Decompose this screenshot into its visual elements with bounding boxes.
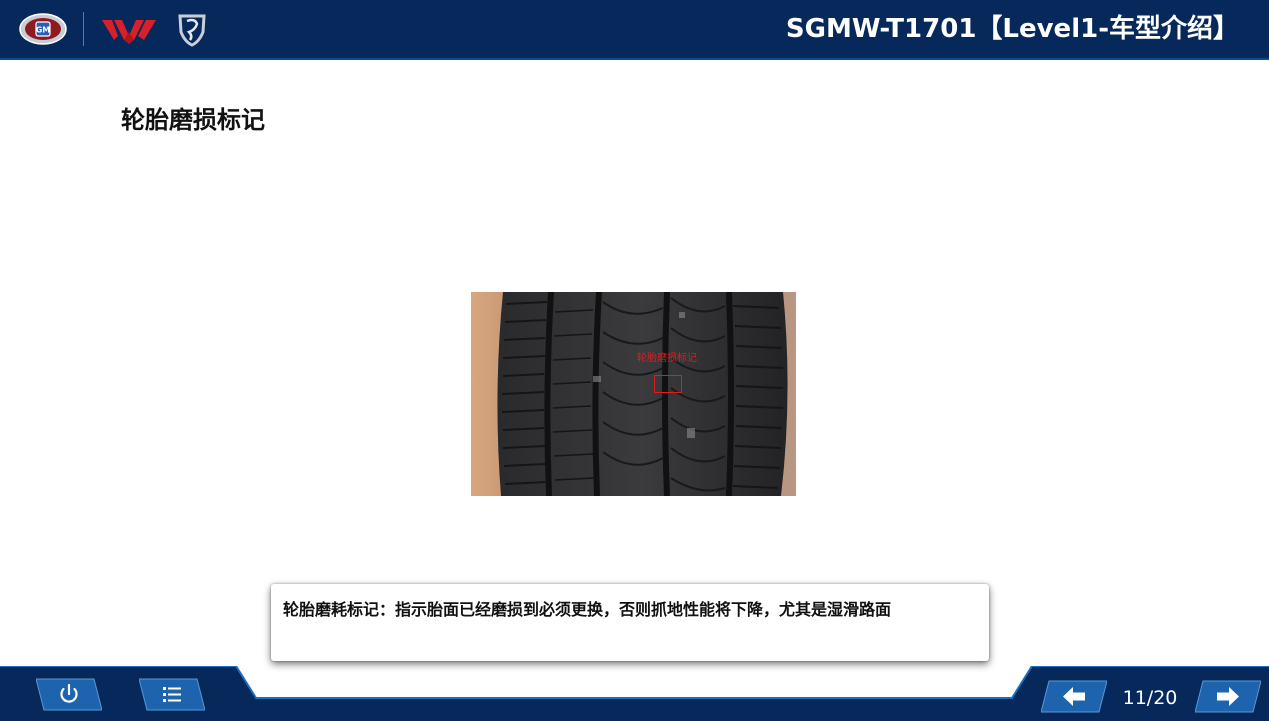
page-title: 轮胎磨损标记	[121, 106, 265, 134]
tire-tread-image	[471, 292, 796, 496]
svg-text:GM: GM	[36, 26, 51, 35]
header-bar: GM SGMW-T1701【Level1-车型介绍】	[0, 0, 1269, 60]
caption-panel: 轮胎磨耗标记：指示胎面已经磨损到必须更换，否则抓地性能将下降，尤其是湿滑路面	[271, 584, 989, 661]
course-title: SGMW-T1701【Level1-车型介绍】	[785, 14, 1239, 44]
baojun-logo	[178, 14, 206, 47]
wear-marker-highlight	[654, 375, 682, 393]
next-page-button[interactable]	[1195, 680, 1261, 713]
wear-marker-label: 轮胎磨损标记	[637, 353, 697, 364]
page-indicator: 11/20	[1122, 687, 1178, 709]
logo-divider	[83, 12, 84, 46]
power-button[interactable]	[36, 678, 102, 711]
tire-tread-photo: 轮胎磨损标记	[471, 292, 796, 496]
previous-page-button[interactable]	[1041, 680, 1107, 713]
menu-button[interactable]	[139, 678, 205, 711]
menu-list-icon	[163, 687, 181, 702]
caption-text: 轮胎磨耗标记：指示胎面已经磨损到必须更换，否则抓地性能将下降，尤其是湿滑路面	[283, 600, 892, 619]
wuling-logo	[102, 20, 156, 44]
gm-logo: GM	[19, 13, 67, 45]
slide-player: GM SGMW-T1701【Level1-车型介绍】 轮胎磨损标记 轮胎磨损标记…	[0, 0, 1269, 721]
